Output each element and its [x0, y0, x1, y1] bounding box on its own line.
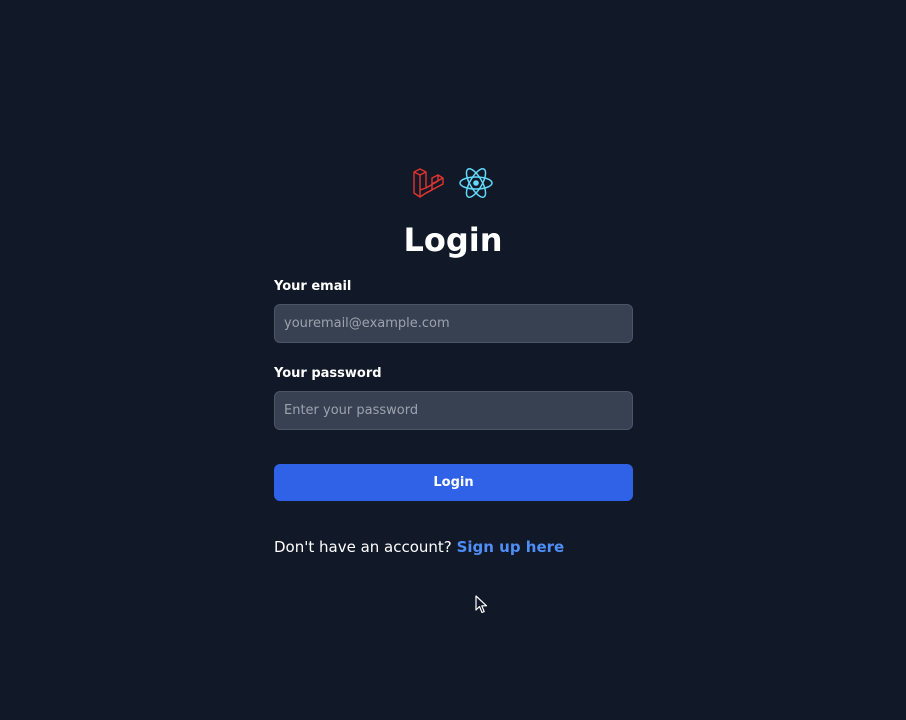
password-field[interactable]	[274, 391, 633, 430]
logo-row	[0, 166, 906, 200]
signup-prompt-text: Don't have an account?	[274, 538, 452, 556]
signup-prompt-row: Don't have an account? Sign up here	[274, 537, 633, 557]
password-label: Your password	[274, 366, 382, 381]
login-button[interactable]: Login	[274, 464, 633, 501]
laravel-logo-icon	[412, 166, 444, 200]
mouse-cursor-icon	[475, 595, 489, 619]
signup-link[interactable]: Sign up here	[457, 538, 565, 556]
login-form: Your email Your password Login Don't hav…	[274, 278, 633, 557]
email-label: Your email	[274, 279, 352, 294]
email-field[interactable]	[274, 304, 633, 343]
login-page: Login Your email Your password Login Don…	[0, 0, 906, 720]
page-title: Login	[403, 221, 503, 259]
react-logo-icon	[458, 166, 494, 200]
